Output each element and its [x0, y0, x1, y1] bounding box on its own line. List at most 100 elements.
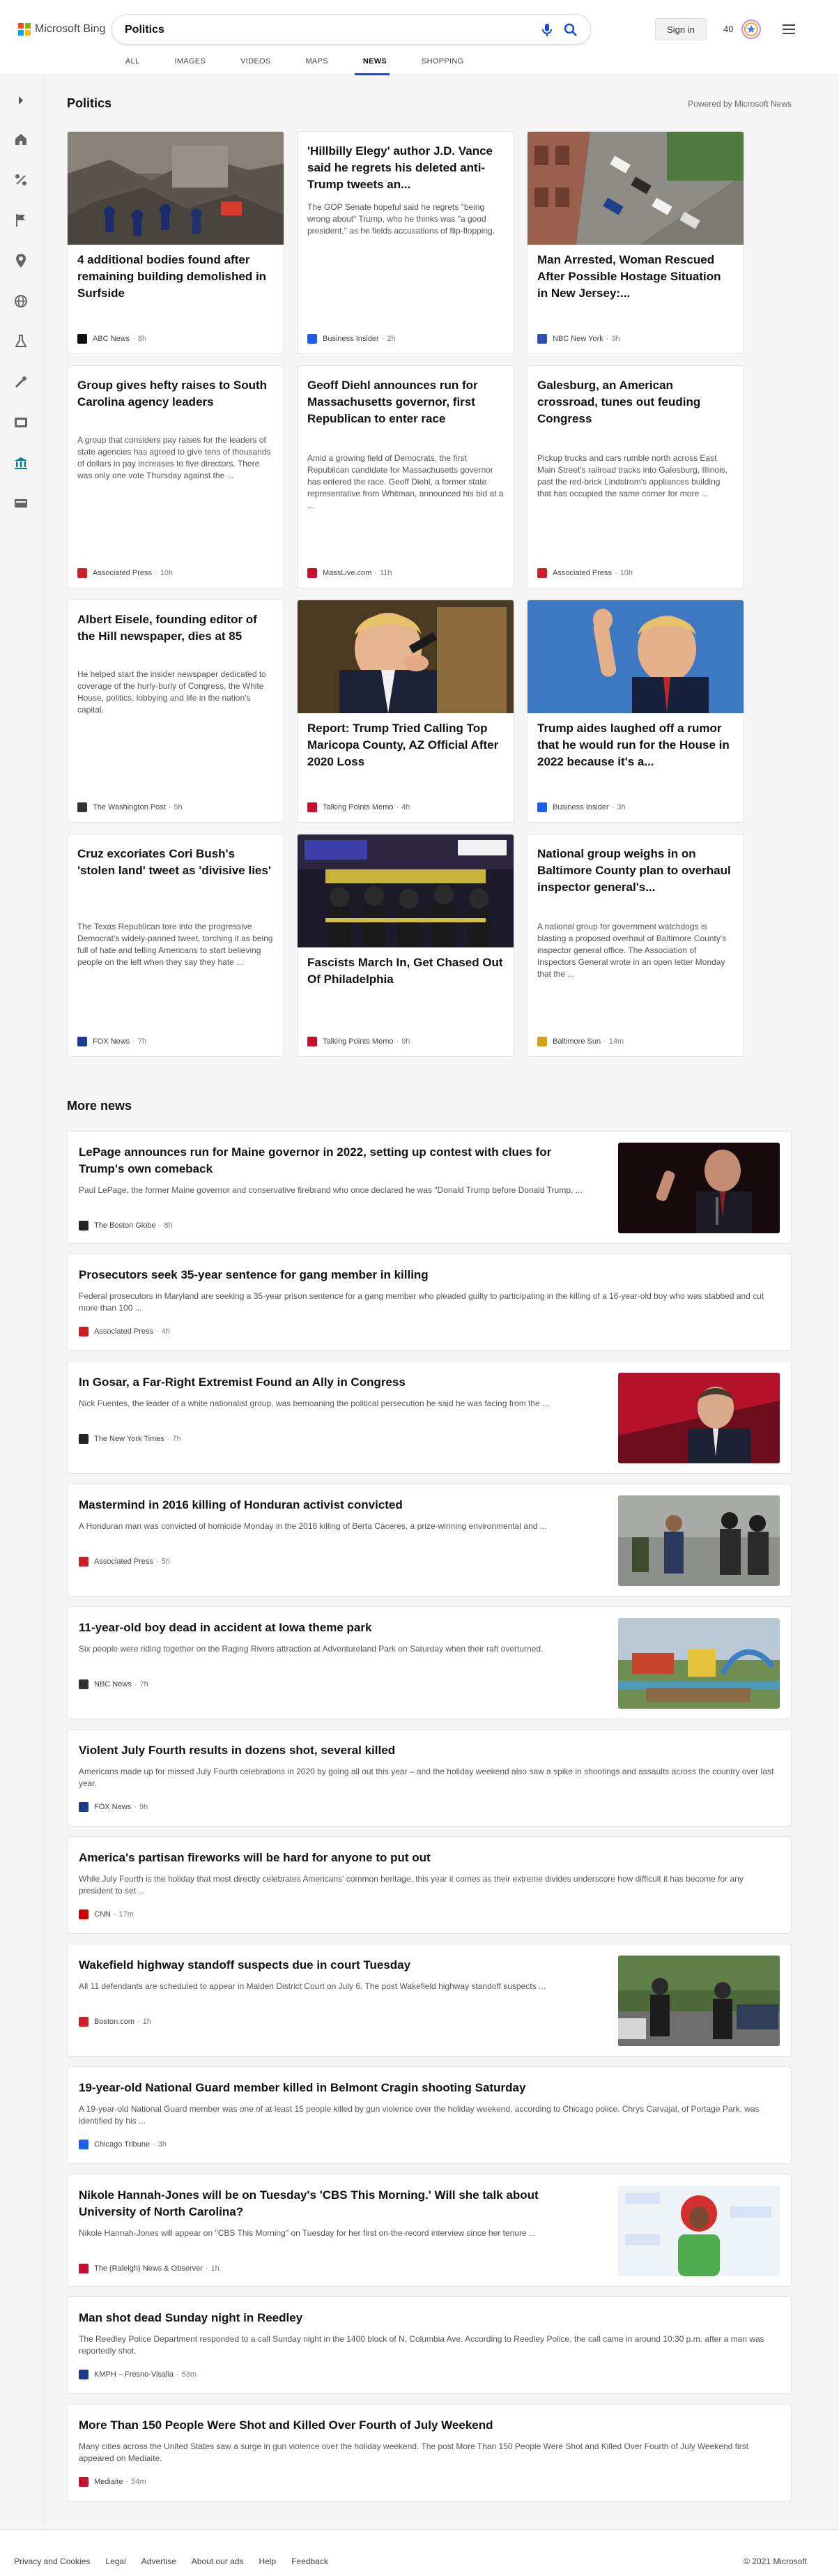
provider-logo-icon — [307, 334, 317, 344]
card-title[interactable]: Galesburg, an American crossroad, tunes … — [537, 377, 734, 427]
news-card[interactable]: Man Arrested, Woman Rescued After Possib… — [527, 131, 744, 354]
scope-news[interactable]: NEWS — [354, 50, 390, 75]
news-title[interactable]: Man shot dead Sunday night in Reedley — [79, 2310, 780, 2326]
news-list-item[interactable]: Violent July Fourth results in dozens sh… — [67, 1729, 792, 1827]
news-snippet: Federal prosecutors in Maryland are seek… — [79, 1291, 764, 1313]
news-list-item[interactable]: Nikole Hannah-Jones will be on Tuesday's… — [67, 2174, 792, 2287]
scope-maps[interactable]: MAPS — [297, 50, 330, 75]
provider-logo-icon — [537, 568, 547, 578]
card-title[interactable]: 'Hillbilly Elegy' author J.D. Vance said… — [307, 143, 504, 193]
publish-time: 10h — [160, 569, 174, 577]
card-title[interactable]: Report: Trump Tried Calling Top Maricopa… — [307, 720, 504, 770]
footer-link-feedback[interactable]: Feedback — [291, 2556, 328, 2566]
news-list-item[interactable]: Man shot dead Sunday night in Reedley Th… — [67, 2296, 792, 2394]
provider-logo-icon — [537, 802, 547, 812]
scope-images[interactable]: IMAGES — [166, 50, 208, 75]
news-title[interactable]: Violent July Fourth results in dozens sh… — [79, 1742, 780, 1759]
news-title[interactable]: More Than 150 People Were Shot and Kille… — [79, 2417, 780, 2434]
news-card[interactable]: Fascists March In, Get Chased Out Of Phi… — [297, 834, 514, 1057]
expand-icon[interactable] — [13, 92, 29, 109]
news-list-item[interactable]: Mastermind in 2016 killing of Honduran a… — [67, 1484, 792, 1596]
card-title[interactable]: Fascists March In, Get Chased Out Of Phi… — [307, 954, 504, 988]
card-title[interactable]: Albert Eisele, founding editor of the Hi… — [77, 611, 274, 645]
scope-all[interactable]: ALL — [111, 50, 142, 75]
footer-link-help[interactable]: Help — [259, 2556, 277, 2566]
sports-icon[interactable] — [13, 374, 29, 390]
search-input[interactable] — [125, 22, 515, 38]
news-card[interactable]: Albert Eisele, founding editor of the Hi… — [67, 600, 284, 823]
publish-time: 5h — [161, 1557, 170, 1566]
news-list-item[interactable]: 11-year-old boy dead in accident at Iowa… — [67, 1606, 792, 1719]
politics-icon[interactable] — [13, 172, 29, 188]
provider-logo-icon — [307, 1037, 317, 1046]
footer-links: Privacy and Cookies Legal Advertise Abou… — [14, 2556, 344, 2566]
news-title[interactable]: Wakefield highway standoff suspects due … — [79, 1957, 596, 1974]
publish-time: 1h — [142, 2018, 152, 2026]
news-list-item[interactable]: America's partisan fireworks will be har… — [67, 1836, 792, 1934]
news-source: Boston.com · 1h — [79, 2017, 151, 2027]
news-card[interactable]: Geoff Diehl announces run for Massachuse… — [297, 365, 514, 588]
globe-icon[interactable] — [13, 293, 29, 310]
news-card[interactable]: 4 additional bodies found after remainin… — [67, 131, 284, 354]
publish-time: 54m — [131, 2478, 146, 2486]
card-title[interactable]: Trump aides laughed off a rumor that he … — [537, 720, 734, 770]
search-icon[interactable] — [562, 22, 579, 38]
news-title[interactable]: Nikole Hannah-Jones will be on Tuesday's… — [79, 2187, 596, 2220]
card-title[interactable]: Cruz excoriates Cori Bush's 'stolen land… — [77, 846, 274, 879]
footer-link-legal[interactable]: Legal — [105, 2556, 125, 2566]
bing-logo[interactable]: Microsoft Bing — [18, 21, 105, 38]
location-icon[interactable] — [13, 252, 29, 269]
flag-icon[interactable] — [13, 212, 29, 229]
news-source: Mediaite · 54m — [79, 2477, 146, 2487]
news-title[interactable]: 11-year-old boy dead in accident at Iowa… — [79, 1619, 596, 1636]
news-card[interactable]: National group weighs in on Baltimore Co… — [527, 834, 744, 1057]
scope-videos[interactable]: VIDEOS — [232, 50, 273, 75]
money-icon[interactable] — [13, 495, 29, 512]
news-card[interactable]: Galesburg, an American crossroad, tunes … — [527, 365, 744, 588]
home-icon[interactable] — [13, 131, 29, 148]
microphone-icon[interactable] — [539, 22, 555, 38]
hamburger-menu-icon[interactable] — [780, 21, 797, 38]
footer-link-privacy[interactable]: Privacy and Cookies — [14, 2556, 90, 2566]
news-list-item[interactable]: Prosecutors seek 35-year sentence for ga… — [67, 1253, 792, 1351]
card-title[interactable]: Group gives hefty raises to South Caroli… — [77, 377, 274, 411]
entertainment-icon[interactable] — [13, 414, 29, 431]
news-title[interactable]: 19-year-old National Guard member killed… — [79, 2080, 780, 2096]
news-card[interactable]: 'Hillbilly Elegy' author J.D. Vance said… — [297, 131, 514, 354]
card-title[interactable]: Man Arrested, Woman Rescued After Possib… — [537, 252, 734, 302]
footer-link-advertise[interactable]: Advertise — [141, 2556, 176, 2566]
sign-in-button[interactable]: Sign in — [655, 18, 707, 40]
government-icon[interactable] — [13, 455, 29, 471]
provider-logo-icon — [79, 1434, 88, 1444]
news-list-item[interactable]: Wakefield highway standoff suspects due … — [67, 1944, 792, 2057]
news-list-item[interactable]: 19-year-old National Guard member killed… — [67, 2066, 792, 2164]
card-source: Associated Press · 10h — [537, 568, 633, 578]
card-title[interactable]: 4 additional bodies found after remainin… — [77, 252, 274, 302]
news-title[interactable]: LePage announces run for Maine governor … — [79, 1144, 596, 1178]
news-snippet: The Reedley Police Department responded … — [79, 2334, 764, 2356]
news-list-item[interactable]: In Gosar, a Far-Right Extremist Found an… — [67, 1361, 792, 1474]
source-name: Associated Press — [553, 569, 612, 577]
news-list-item[interactable]: LePage announces run for Maine governor … — [67, 1131, 792, 1244]
news-source: The (Raleigh) News & Observer · 1h — [79, 2264, 220, 2273]
news-card[interactable]: Cruz excoriates Cori Bush's 'stolen land… — [67, 834, 284, 1057]
rewards-points[interactable]: 40 — [723, 24, 733, 34]
news-title[interactable]: Mastermind in 2016 killing of Honduran a… — [79, 1497, 596, 1514]
news-list-item[interactable]: More Than 150 People Were Shot and Kille… — [67, 2404, 792, 2501]
rewards-medal-icon[interactable] — [740, 18, 762, 40]
source-name: ABC News — [93, 335, 130, 343]
card-snippet: Amid a growing field of Democrats, the f… — [307, 453, 504, 510]
news-title[interactable]: Prosecutors seek 35-year sentence for ga… — [79, 1267, 780, 1283]
card-title[interactable]: National group weighs in on Baltimore Co… — [537, 846, 734, 896]
news-card[interactable]: Group gives hefty raises to South Caroli… — [67, 365, 284, 588]
news-card[interactable]: Trump aides laughed off a rumor that he … — [527, 600, 744, 823]
source-name: NBC News — [94, 1680, 132, 1689]
news-image-speaker — [618, 1143, 780, 1233]
footer-link-about-ads[interactable]: About our ads — [192, 2556, 244, 2566]
news-card[interactable]: Report: Trump Tried Calling Top Maricopa… — [297, 600, 514, 823]
news-title[interactable]: America's partisan fireworks will be har… — [79, 1850, 780, 1866]
news-title[interactable]: In Gosar, a Far-Right Extremist Found an… — [79, 1374, 596, 1391]
scope-shopping[interactable]: SHOPPING — [413, 50, 466, 75]
card-title[interactable]: Geoff Diehl announces run for Massachuse… — [307, 377, 504, 427]
science-icon[interactable] — [13, 333, 29, 350]
